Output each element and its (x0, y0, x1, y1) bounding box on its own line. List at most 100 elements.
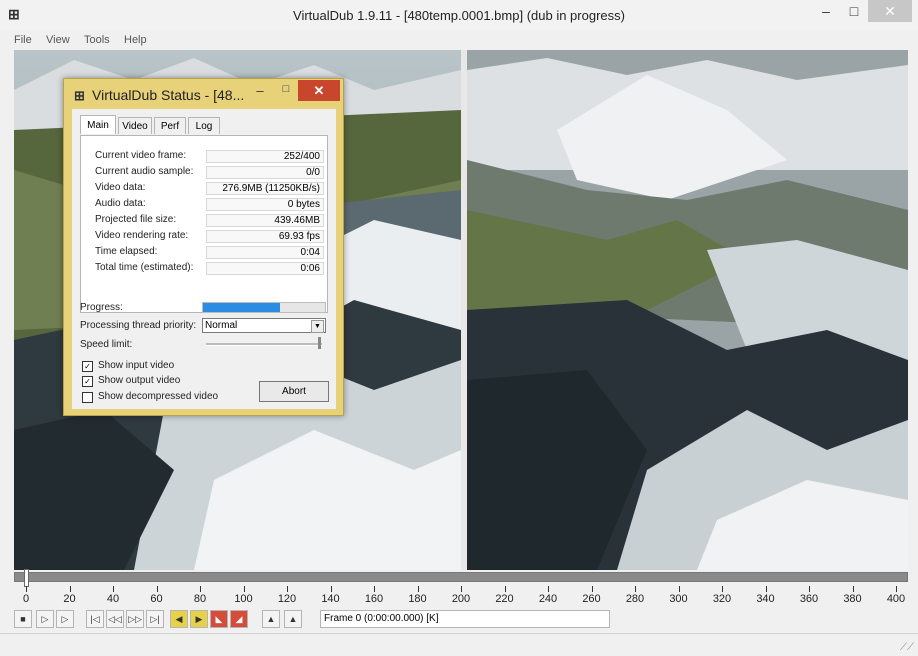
timeline-tick-label: 120 (277, 593, 297, 605)
next-keyframe-icon[interactable]: ▶ (190, 610, 208, 628)
show-input-video-label: Show input video (98, 360, 175, 371)
dialog-minimize-button[interactable]: – (247, 83, 273, 101)
dialog-close-button[interactable]: ✕ (298, 80, 340, 101)
timeline-tick (765, 586, 767, 592)
status-bar: ⟋⟋ (0, 633, 918, 656)
video-rendering-rate-value: 69.93 fps (206, 230, 324, 243)
resize-grip-icon[interactable]: ⟋⟋ (900, 642, 914, 653)
timeline-tick-label: 200 (451, 593, 471, 605)
video-rendering-rate-label: Video rendering rate: (95, 230, 189, 241)
tab-log[interactable]: Log (188, 117, 220, 134)
timeline-tick (548, 586, 549, 592)
output-video-frame (467, 50, 908, 570)
timeline-tick-label: 20 (63, 593, 76, 605)
dialog-app-icon[interactable]: ⊞ (74, 88, 85, 104)
current-video-frame-value: 252/400 (206, 150, 324, 163)
timeline-tick-label: 40 (106, 593, 120, 605)
timeline-tick (896, 586, 897, 592)
timeline-tick-label: 80 (193, 593, 207, 605)
scene-forward-icon[interactable]: ▲ (284, 610, 302, 628)
frame-position-field[interactable]: Frame 0 (0:00:00.000) [K] (320, 610, 610, 628)
timeline-tick (26, 586, 27, 592)
title-bar: ⊞ VirtualDub 1.9.11 - [480temp.0001.bmp]… (0, 0, 918, 30)
minimize-button[interactable]: – (812, 0, 840, 22)
priority-select[interactable]: Normal ▼ (202, 318, 326, 333)
play-output-icon[interactable]: ▷ (56, 610, 74, 628)
timeline-tick-label: 400 (886, 593, 906, 605)
time-elapsed-label: Time elapsed: (95, 246, 158, 257)
timeline-tick (635, 586, 636, 592)
timeline-tick-label: 260 (582, 593, 601, 605)
projected-file-size-value: 439.46MB (206, 214, 324, 227)
status-dialog: ⊞ VirtualDub Status - [48... – □ ✕ Main … (63, 78, 344, 416)
show-output-video-checkbox[interactable]: ✓ (82, 376, 93, 387)
abort-button[interactable]: Abort (259, 381, 329, 402)
stop-icon[interactable]: ■ (14, 610, 32, 628)
scene-back-icon[interactable]: ▲ (262, 610, 280, 628)
audio-data-value: 0 bytes (206, 198, 324, 211)
menu-help[interactable]: Help (124, 34, 147, 46)
step-forward-icon[interactable]: ▷▷ (126, 610, 144, 628)
go-end-icon[interactable]: ▷| (146, 610, 164, 628)
progress-bar (202, 302, 326, 313)
timeline-tick (461, 586, 462, 592)
video-data-value: 276.9MB (11250KB/s) (206, 182, 324, 195)
play-input-icon[interactable]: ▷ (36, 610, 54, 628)
timeline-tick (330, 586, 332, 592)
prev-keyframe-icon[interactable]: ◀ (170, 610, 188, 628)
menu-view[interactable]: View (46, 34, 70, 46)
timeline-tick (504, 586, 506, 592)
menu-tools[interactable]: Tools (84, 34, 110, 46)
show-output-video-label: Show output video (98, 375, 181, 386)
time-elapsed-value: 0:04 (206, 246, 324, 259)
timeline-tick-label: 220 (495, 593, 514, 605)
chevron-down-icon[interactable]: ▼ (311, 320, 324, 333)
window-title: VirtualDub 1.9.11 - [480temp.0001.bmp] (… (293, 8, 625, 23)
speed-limit-slider-thumb[interactable] (318, 337, 321, 349)
tab-main[interactable]: Main (80, 115, 116, 134)
audio-data-label: Audio data: (95, 198, 146, 209)
dialog-maximize-button[interactable]: □ (273, 83, 299, 101)
dialog-body: Main Video Perf Log Current video frame:… (72, 109, 336, 409)
go-start-icon[interactable]: |◁ (86, 610, 104, 628)
mark-out-icon[interactable]: ◢ (230, 610, 248, 628)
mark-in-icon[interactable]: ◣ (210, 610, 228, 628)
timeline-tick-label: 140 (321, 593, 340, 605)
speed-limit-slider[interactable] (206, 343, 322, 346)
timeline-tick-label: 0 (22, 593, 30, 605)
timeline-tick-label: 60 (150, 593, 163, 605)
timeline-track[interactable] (14, 572, 908, 582)
output-video-pane[interactable] (467, 50, 908, 570)
show-decompressed-video-label: Show decompressed video (98, 391, 219, 402)
timeline-tick (809, 586, 810, 592)
timeline-tick (417, 586, 419, 592)
dialog-title: VirtualDub Status - [48... (92, 87, 245, 103)
timeline-tick-label: 280 (625, 593, 645, 605)
menu-file[interactable]: File (14, 34, 32, 46)
main-tab-panel: Current video frame: 252/400 Current aud… (80, 135, 328, 313)
total-time-label: Total time (estimated): (95, 262, 194, 273)
show-decompressed-video-checkbox[interactable] (82, 392, 93, 403)
show-input-video-checkbox[interactable]: ✓ (82, 361, 93, 372)
timeline-tick-label: 100 (234, 593, 253, 605)
tab-video[interactable]: Video (118, 117, 152, 134)
step-back-icon[interactable]: ◁◁ (106, 610, 124, 628)
close-button[interactable]: ✕ (868, 0, 912, 22)
timeline-tick (678, 586, 680, 592)
timeline-tick (591, 586, 593, 592)
timeline-thumb[interactable] (24, 569, 29, 587)
projected-file-size-label: Projected file size: (95, 214, 177, 225)
progress-label: Progress: (80, 302, 123, 313)
timeline-tick-label: 380 (843, 593, 862, 605)
timeline-tick (156, 586, 158, 592)
timeline-tick (374, 586, 375, 592)
video-data-label: Video data: (95, 182, 146, 193)
tab-perf[interactable]: Perf (154, 117, 186, 134)
maximize-button[interactable]: □ (840, 0, 868, 22)
current-video-frame-label: Current video frame: (95, 150, 187, 161)
timeline-tick-label: 300 (669, 593, 688, 605)
priority-label: Processing thread priority: (80, 320, 197, 331)
timeline-tick-label: 240 (538, 593, 558, 605)
timeline-tick-label: 160 (364, 593, 384, 605)
timeline-tick (69, 586, 71, 592)
